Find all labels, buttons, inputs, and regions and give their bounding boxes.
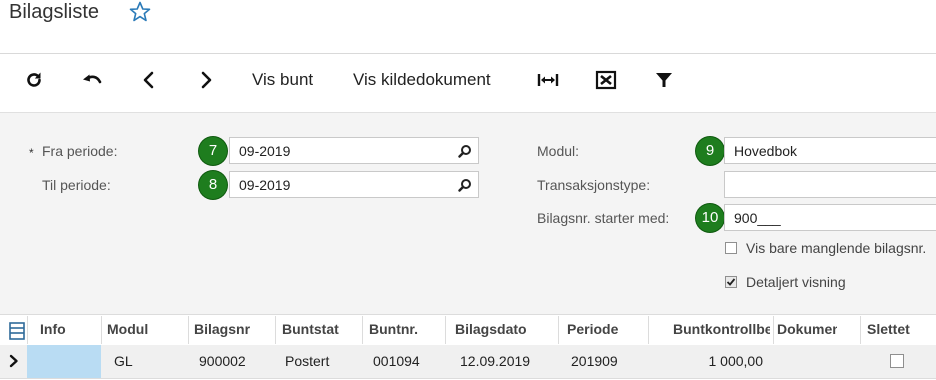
cell-buntstatus: Postert <box>285 353 330 369</box>
column-divider <box>188 316 189 344</box>
modul-label: Modul: <box>537 143 580 159</box>
search-icon[interactable] <box>458 144 472 158</box>
vis-kildedokument-button[interactable]: Vis kildedokument <box>353 70 491 90</box>
slettet-checkbox[interactable] <box>890 354 904 368</box>
bilagsnr-starter-value: 900___ <box>734 210 781 226</box>
fra-periode-value: 09-2019 <box>239 143 291 159</box>
detaljert-visning-checkbox[interactable] <box>725 276 737 288</box>
step-badge-9: 9 <box>696 137 724 165</box>
fra-periode-label: Fra periode: <box>42 143 118 159</box>
column-settings-icon[interactable] <box>9 322 25 345</box>
chevron-right-icon[interactable] <box>192 66 220 94</box>
bilagsnr-starter-label: Bilagsnr. starter med: <box>537 210 670 226</box>
row-selector-chevron-icon[interactable] <box>8 353 20 374</box>
col-header-bilagsnr[interactable]: Bilagsnr <box>194 321 252 337</box>
column-divider <box>860 316 861 344</box>
transaksjonstype-label: Transaksjonstype: <box>537 177 651 193</box>
bilagsnr-starter-input[interactable]: 900___ <box>724 204 936 231</box>
cell-bilagsnr: 900002 <box>199 353 246 369</box>
col-header-slettet[interactable]: Slettet <box>867 321 927 337</box>
vis-bunt-button[interactable]: Vis bunt <box>252 70 313 90</box>
info-cell[interactable] <box>27 345 101 378</box>
til-periode-value: 09-2019 <box>239 177 291 193</box>
til-periode-input[interactable]: 09-2019 <box>229 171 479 198</box>
checkmark-icon <box>726 278 736 286</box>
fra-periode-input[interactable]: 09-2019 <box>229 137 479 164</box>
detaljert-visning-label: Detaljert visning <box>746 274 846 290</box>
step-badge-7: 7 <box>199 137 227 165</box>
column-divider <box>773 316 774 344</box>
step-badge-10: 10 <box>696 204 724 232</box>
fit-columns-icon[interactable] <box>534 66 562 94</box>
column-divider <box>275 316 276 344</box>
col-header-buntstatus[interactable]: Buntstatus <box>282 321 339 337</box>
cell-modul: GL <box>114 353 133 369</box>
modul-value: Hovedbok <box>734 143 798 159</box>
required-mark: * <box>29 146 34 160</box>
undo-icon[interactable] <box>78 66 106 94</box>
transaksjonstype-input[interactable] <box>724 171 936 198</box>
column-divider <box>101 316 102 344</box>
col-header-buntnr[interactable]: Buntnr. <box>369 321 441 337</box>
star-icon[interactable] <box>128 0 152 24</box>
filter-icon[interactable] <box>650 66 678 94</box>
cell-periode: 201909 <box>571 353 618 369</box>
cell-bilagsdato: 12.09.2019 <box>460 353 531 369</box>
vis-bare-manglende-checkbox[interactable] <box>725 242 737 254</box>
column-divider <box>648 316 649 344</box>
col-header-info[interactable]: Info <box>40 321 100 337</box>
page-title: Bilagsliste <box>9 1 100 23</box>
col-header-periode[interactable]: Periode <box>567 321 645 337</box>
export-excel-icon[interactable] <box>592 66 620 94</box>
header-divider <box>0 53 936 54</box>
cell-buntnr: 001094 <box>373 353 420 369</box>
column-divider <box>558 316 559 344</box>
step-badge-8: 8 <box>199 171 227 199</box>
col-header-bilagsdato[interactable]: Bilagsdato <box>455 321 555 337</box>
column-divider <box>362 316 363 344</box>
column-divider <box>445 316 446 344</box>
cell-buntkontrollbelop: 1 000,00 <box>708 353 764 369</box>
col-header-modul[interactable]: Modul <box>107 321 185 337</box>
col-header-dokument[interactable]: Dokument <box>777 321 837 337</box>
chevron-left-icon[interactable] <box>135 66 163 94</box>
col-header-buntkontrollbelop[interactable]: Buntkontrollbeløp <box>673 321 770 337</box>
search-icon[interactable] <box>458 178 472 192</box>
modul-select[interactable]: Hovedbok <box>724 137 936 164</box>
column-divider <box>27 316 28 344</box>
til-periode-label: Til periode: <box>42 177 111 193</box>
vis-bare-manglende-label: Vis bare manglende bilagsnr. <box>746 240 927 256</box>
refresh-icon[interactable] <box>20 66 48 94</box>
